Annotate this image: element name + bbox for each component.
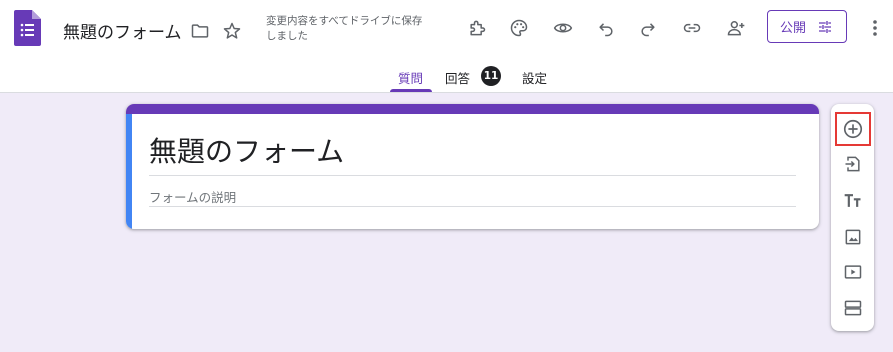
tab-settings[interactable]: 設定 [522, 68, 547, 87]
folder-icon[interactable] [184, 15, 216, 47]
card-accent-bar [126, 104, 819, 114]
divider [149, 175, 796, 176]
add-title-text-icon[interactable] [835, 184, 871, 218]
add-question-icon[interactable] [835, 112, 871, 146]
tune-icon [816, 19, 834, 35]
palette-icon[interactable] [503, 12, 535, 44]
document-title[interactable]: 無題のフォーム [63, 18, 182, 43]
link-icon[interactable] [676, 12, 708, 44]
form-description-input[interactable]: フォームの説明 [149, 187, 236, 206]
redo-icon[interactable] [632, 12, 664, 44]
star-icon[interactable] [216, 15, 248, 47]
tab-questions[interactable]: 質問 [398, 68, 423, 87]
add-collaborator-icon[interactable] [720, 12, 752, 44]
addon-puzzle-icon[interactable] [461, 12, 493, 44]
more-vert-icon[interactable] [861, 12, 889, 44]
tab-responses[interactable]: 回答 [445, 68, 470, 87]
tab-bar: 質問 回答 11 設定 [0, 60, 893, 93]
save-status: 変更内容をすべてドライブに保存しました [266, 15, 423, 42]
publish-button[interactable]: 公開 [767, 10, 847, 43]
top-bar: 無題のフォーム 変更内容をすべてドライブに保存しました 公開 質問 回答 11 … [0, 0, 893, 93]
form-header-card: 無題のフォーム フォームの説明 [126, 104, 819, 229]
form-title-input[interactable]: 無題のフォーム [149, 130, 344, 170]
add-video-icon[interactable] [835, 255, 871, 289]
forms-logo-icon[interactable] [14, 10, 41, 46]
active-tab-indicator [390, 89, 432, 92]
floating-toolbar [831, 104, 874, 331]
add-section-icon[interactable] [835, 291, 871, 325]
add-image-icon[interactable] [835, 220, 871, 254]
card-focus-indicator [126, 114, 132, 229]
publish-label: 公開 [779, 21, 806, 36]
undo-icon[interactable] [590, 12, 622, 44]
responses-count-badge: 11 [481, 66, 501, 86]
divider [149, 206, 796, 207]
import-questions-icon[interactable] [835, 147, 871, 181]
preview-eye-icon[interactable] [547, 12, 579, 44]
